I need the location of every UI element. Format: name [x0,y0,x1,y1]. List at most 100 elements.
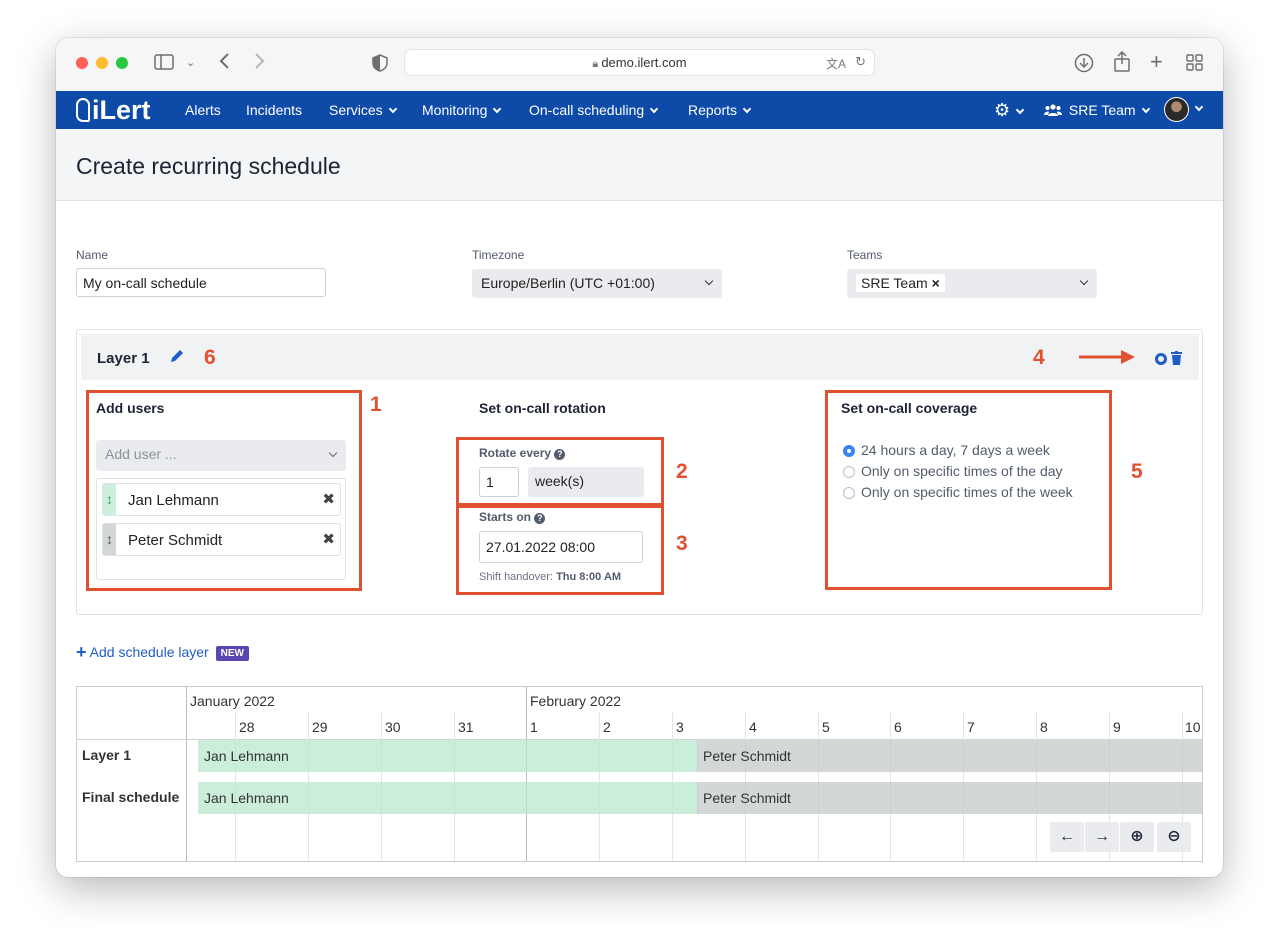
starts-on-input[interactable]: 27.01.2022 08:00 [479,531,643,563]
chevron-down-icon [493,104,502,114]
rotate-every-value: 1 [486,474,494,490]
starts-on-label: Starts on ? [479,510,546,524]
pencil-icon[interactable] [169,348,185,369]
month-label: January 2022 [190,693,275,709]
shift-handover: Shift handover: Thu 8:00 AM [479,571,621,583]
drag-handle-icon[interactable]: ↕ [103,484,116,515]
timeline-row-label: Layer 1 [82,747,132,763]
name-value: My on-call schedule [83,275,207,291]
ilert-logo-icon [76,98,90,122]
coverage-radio-times-of-week[interactable] [843,487,855,499]
browser-toolbar: ⌄ 🔒︎ demo.ilert.com 文A ↻ + [56,38,1223,91]
chevron-down-icon [388,104,397,114]
download-icon[interactable] [1074,53,1094,78]
address-bar[interactable]: 🔒︎ demo.ilert.com 文A ↻ [404,49,875,76]
day-label: 2 [603,719,611,735]
lock-icon: 🔒︎ [592,58,602,70]
help-icon[interactable]: ? [534,513,546,524]
add-users-title: Add users [96,400,165,416]
chevron-down-icon [328,448,338,458]
ilert-logo[interactable]: iLert [76,96,151,124]
nav-label: Incidents [246,102,303,118]
nav-alerts[interactable]: Alerts [185,102,221,118]
shift-bar[interactable]: Peter Schmidt [697,740,1202,772]
name-input[interactable]: My on-call schedule [76,268,326,297]
day-label: 29 [312,719,328,735]
drag-handle-icon[interactable]: ↕ [103,524,116,555]
nav-reports[interactable]: Reports [688,102,752,118]
handover-value: Thu 8:00 AM [556,571,622,583]
team-tag-remove[interactable]: × [932,275,940,291]
timezone-select[interactable]: Europe/Berlin (UTC +01:00) [472,269,722,298]
team-menu[interactable]: SRE Team [1044,102,1150,118]
sidebar-toggle-icon[interactable] [154,54,174,75]
share-icon[interactable] [1113,50,1131,78]
remove-user-icon[interactable]: ✖ [322,530,335,548]
team-tag: SRE Team × [856,274,945,292]
rotate-every-label: Rotate every ? [479,446,566,460]
day-label: 7 [967,719,975,735]
add-schedule-layer-link[interactable]: + Add schedule layer NEW [76,642,249,663]
scroll-left-button[interactable]: ← [1050,822,1084,852]
remove-user-icon[interactable]: ✖ [322,490,335,508]
gear-icon: ⚙ [994,100,1011,120]
new-tab-icon[interactable]: + [1150,51,1163,73]
team-name: SRE Team [1068,102,1136,118]
help-icon[interactable]: ? [554,449,566,460]
chevron-down-icon [1141,104,1150,114]
trash-icon[interactable] [1171,351,1182,370]
chevron-down-icon[interactable]: ⌄ [186,53,195,73]
nav-services[interactable]: Services [329,102,397,118]
annotation-3: 3 [676,532,688,555]
shift-bar[interactable]: Peter Schmidt [697,782,1202,814]
teams-select[interactable]: SRE Team × [847,269,1097,298]
coverage-title: Set on-call coverage [841,400,978,416]
user-menu[interactable] [1164,97,1204,122]
day-label: 1 [530,719,538,735]
coverage-radio-24-7[interactable] [843,445,855,457]
zoom-out-button[interactable]: ⊖ [1157,822,1191,852]
rotate-every-input[interactable]: 1 [479,467,519,497]
shift-bar[interactable]: Jan Lehmann [198,782,698,814]
layer-card: Layer 1 6 4 1 Add users Add user ... ↕ J… [76,329,1203,615]
label-column-divider [186,687,187,861]
zoom-window-button[interactable] [116,57,128,69]
url-text: 🔒︎ demo.ilert.com [405,55,874,71]
chevron-down-icon [1015,105,1025,115]
rotation-title: Set on-call rotation [479,400,606,416]
plus-icon: + [76,642,87,662]
nav-label: Alerts [185,102,221,118]
day-label: 5 [822,719,830,735]
user-item[interactable]: ↕ Peter Schmidt ✖ [102,523,341,556]
zoom-in-button[interactable]: ⊕ [1120,822,1154,852]
reload-icon[interactable]: ↻ [855,54,866,70]
timezone-label: Timezone [472,248,525,262]
shift-bar[interactable]: Jan Lehmann [198,740,698,772]
nav-monitoring[interactable]: Monitoring [422,102,502,118]
add-user-select[interactable]: Add user ... [96,440,346,471]
preview-toggle-icon[interactable] [1155,353,1167,365]
forward-icon[interactable] [254,52,266,75]
chevron-down-icon [1194,102,1204,112]
users-icon [1044,104,1062,116]
shield-icon[interactable] [372,54,388,77]
translate-icon[interactable]: 文A [826,55,846,72]
nav-incidents[interactable]: Incidents [246,102,302,118]
day-label: 30 [385,719,401,735]
coverage-radio-times-of-day[interactable] [843,466,855,478]
nav-on-call-scheduling[interactable]: On-call scheduling [529,102,659,118]
add-user-placeholder: Add user ... [105,446,177,462]
user-item[interactable]: ↕ Jan Lehmann ✖ [102,483,341,516]
rotate-unit-select[interactable]: week(s) [528,467,644,497]
coverage-label: Only on specific times of the week [861,484,1073,500]
tab-overview-icon[interactable] [1186,54,1203,76]
settings-menu[interactable]: ⚙ [994,100,1025,121]
scroll-right-button[interactable]: → [1085,822,1119,852]
minimize-window-button[interactable] [96,57,108,69]
timeline-row-label: Final schedule [82,789,180,805]
coverage-label: 24 hours a day, 7 days a week [861,442,1050,458]
close-window-button[interactable] [76,57,88,69]
user-name: Jan Lehmann [128,492,219,509]
back-icon[interactable] [218,52,230,75]
add-layer-label: Add schedule layer [89,644,209,660]
